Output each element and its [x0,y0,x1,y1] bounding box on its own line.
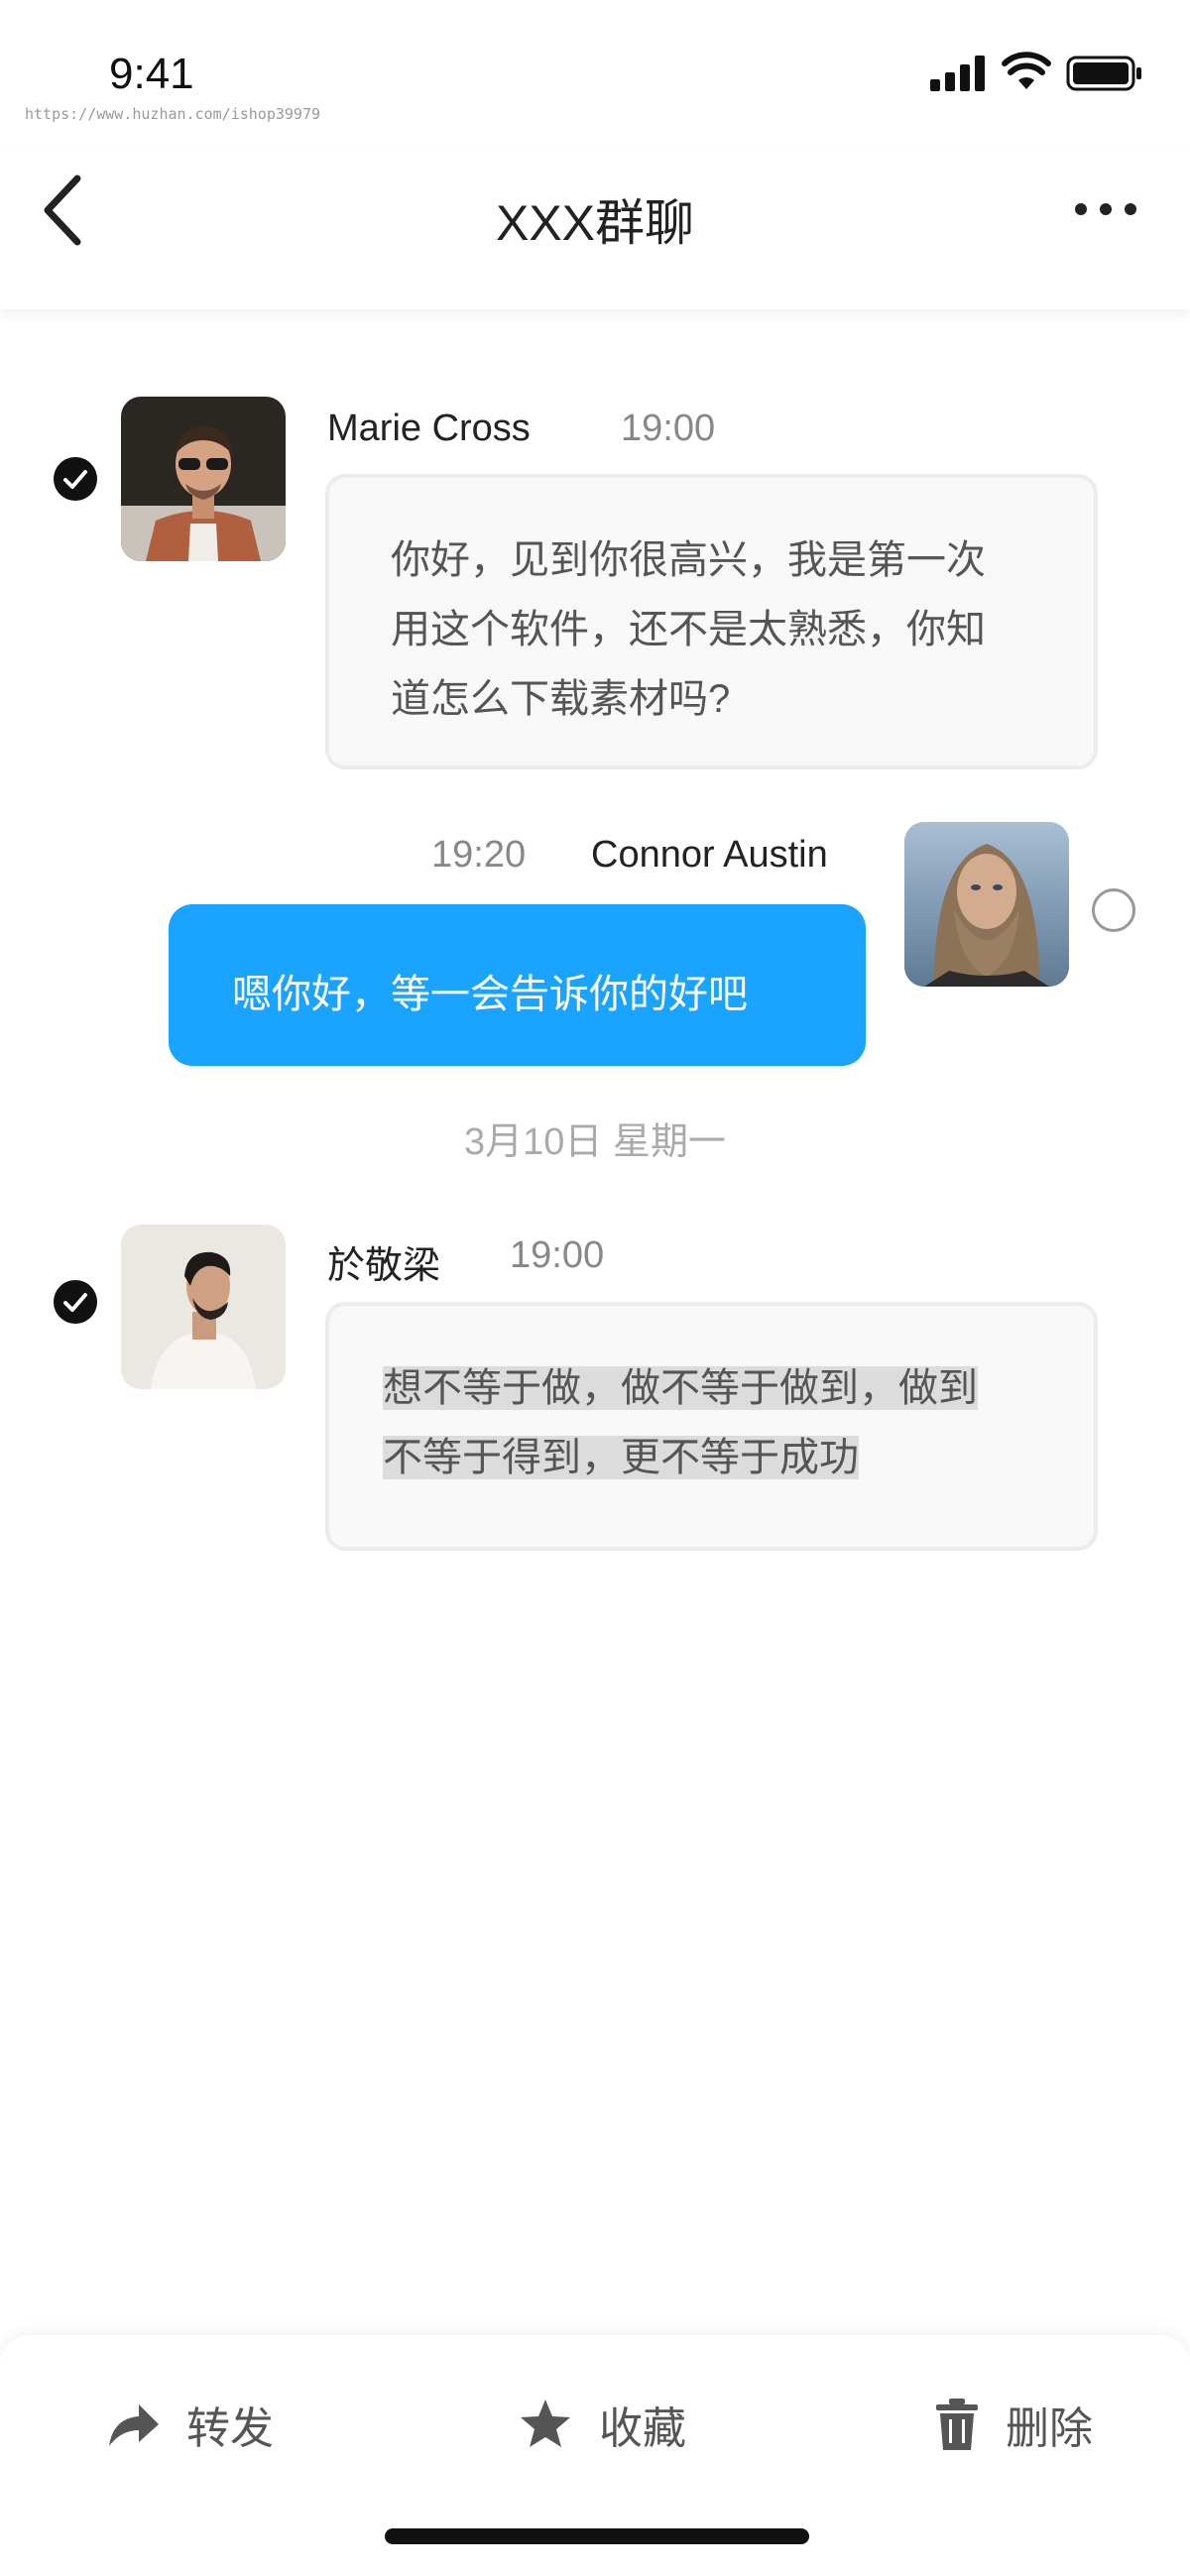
forward-label: 转发 [186,2404,274,2453]
delete-button[interactable]: 删除 [934,2390,1093,2459]
message-text-line: 不等于得到，更不等于成功 [383,1436,859,1479]
message-text-line: 道怎么下载素材吗? [391,677,731,721]
avatar[interactable] [904,822,1069,987]
battery-icon [1066,56,1141,91]
date-separator: 3月10日 星期一 [464,1121,726,1163]
cellular-signal-icon [930,56,985,91]
sender-name: 於敬梁 [327,1245,441,1287]
star-icon [521,2400,570,2447]
message-bubble[interactable]: 你好，见到你很高兴，我是第一次 用这个软件，还不是太熟悉，你知 道怎么下载素材吗… [325,474,1098,769]
page-title: XXX群聊 [495,195,695,251]
message-text-line: 想不等于做，做不等于做到，做到 [383,1366,978,1410]
home-indicator [385,2528,809,2544]
message-time: 19:00 [621,408,716,449]
favorite-label: 收藏 [599,2404,686,2453]
watermark-text: https://www.huzhan.com/ishop39979 [25,105,321,123]
message-select-checkbox-unchecked[interactable] [1091,887,1136,933]
message-time: 19:00 [510,1234,605,1276]
delete-label: 删除 [1006,2404,1093,2453]
sender-name: Marie Cross [327,408,531,449]
message-select-checkbox-checked[interactable] [54,457,97,501]
message-select-checkbox-checked[interactable] [54,1280,97,1324]
message-bubble[interactable]: 想不等于做，做不等于做到，做到 不等于得到，更不等于成功 [325,1302,1098,1551]
avatar[interactable] [121,397,286,561]
trash-icon [936,2399,978,2450]
status-time: 9:41 [109,50,194,98]
message-bubble-outgoing[interactable]: 嗯你好，等一会告诉你的好吧 [169,904,866,1066]
favorite-button[interactable]: 收藏 [518,2390,686,2459]
sender-name: Connor Austin [591,834,828,876]
message-time: 19:20 [431,834,527,876]
message-text-line: 你好，见到你很高兴，我是第一次 [391,538,986,582]
more-options-button[interactable] [1071,194,1140,224]
forward-button[interactable]: 转发 [105,2390,274,2459]
message-text: 嗯你好，等一会告诉你的好吧 [232,973,748,1016]
forward-icon [109,2404,159,2446]
wifi-icon [1002,52,1051,89]
avatar[interactable] [121,1225,286,1389]
message-text-line: 用这个软件，还不是太熟悉，你知 [391,608,986,651]
